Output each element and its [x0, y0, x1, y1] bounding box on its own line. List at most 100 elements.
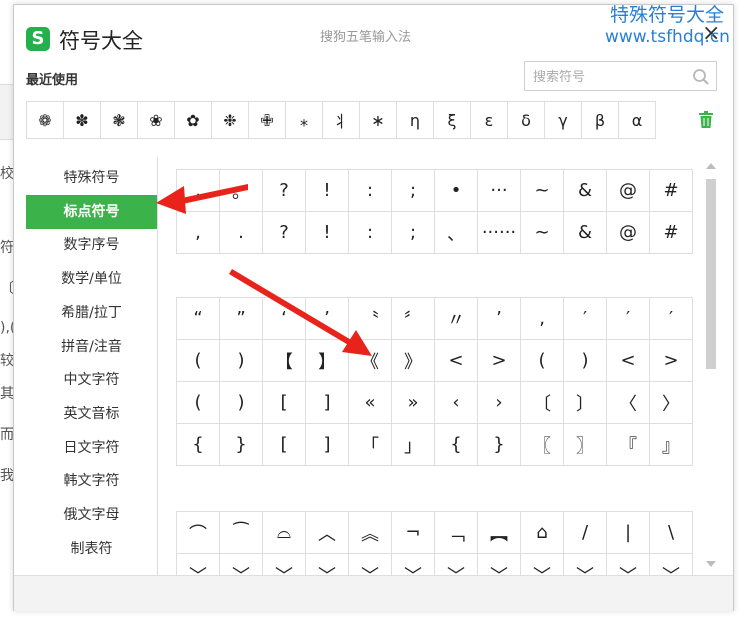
symbol-cell[interactable]: 〖: [521, 424, 564, 466]
symbol-cell[interactable]: <: [607, 340, 650, 382]
symbol-cell[interactable]: @: [607, 170, 650, 212]
category-item[interactable]: 日文字符: [26, 431, 157, 465]
symbol-cell[interactable]: ~: [521, 170, 564, 212]
symbol-cell[interactable]: 』: [650, 424, 693, 466]
symbol-cell[interactable]: 《: [349, 340, 392, 382]
trash-icon[interactable]: [698, 111, 714, 129]
symbol-cell[interactable]: &: [564, 170, 607, 212]
recent-symbol[interactable]: ✽: [63, 101, 101, 139]
symbol-cell[interactable]: @: [607, 212, 650, 254]
category-item[interactable]: 中文字符: [26, 363, 157, 397]
symbol-cell[interactable]: 〗: [564, 424, 607, 466]
recent-symbol[interactable]: ✿: [174, 101, 212, 139]
symbol-cell[interactable]: ;: [392, 212, 435, 254]
category-item[interactable]: 韩文字符: [26, 464, 157, 498]
symbol-cell[interactable]: ···: [478, 170, 521, 212]
symbol-cell[interactable]: 〞: [392, 298, 435, 340]
symbol-cell[interactable]: ?: [263, 212, 306, 254]
symbol-cell[interactable]: ]: [306, 424, 349, 466]
category-item[interactable]: 数学/单位: [26, 262, 157, 296]
recent-symbol[interactable]: ε: [470, 101, 508, 139]
scroll-up-icon[interactable]: [706, 163, 716, 169]
symbol-cell[interactable]: 「: [349, 424, 392, 466]
recent-symbol[interactable]: ⺦: [322, 101, 360, 139]
symbol-cell[interactable]: (: [177, 382, 220, 424]
symbol-cell[interactable]: ⌂: [521, 512, 564, 554]
symbol-cell[interactable]: !: [306, 212, 349, 254]
symbol-cell[interactable]: 〝: [349, 298, 392, 340]
symbol-cell[interactable]: 【: [263, 340, 306, 382]
category-item[interactable]: 俄文字母: [26, 498, 157, 532]
recent-symbol[interactable]: α: [618, 101, 656, 139]
symbol-cell[interactable]: <: [435, 340, 478, 382]
symbol-cell[interactable]: >: [478, 340, 521, 382]
symbol-cell[interactable]: :: [349, 170, 392, 212]
symbol-cell[interactable]: ]: [306, 382, 349, 424]
symbol-cell[interactable]: !: [306, 170, 349, 212]
symbol-cell[interactable]: ′: [607, 298, 650, 340]
symbol-cell[interactable]: 〔: [521, 382, 564, 424]
category-item[interactable]: 拼音/注音: [26, 330, 157, 364]
symbol-cell[interactable]: {: [435, 424, 478, 466]
symbol-cell[interactable]: ﹀: [177, 554, 220, 575]
symbol-cell[interactable]: ﹀: [564, 554, 607, 575]
symbol-cell[interactable]: 『: [607, 424, 650, 466]
symbol-cell[interactable]: 】: [306, 340, 349, 382]
symbol-cell[interactable]: ﹀: [521, 554, 564, 575]
symbol-cell[interactable]: ?: [263, 170, 306, 212]
symbol-cell[interactable]: #: [650, 170, 693, 212]
symbol-cell[interactable]: 〃: [435, 298, 478, 340]
symbol-cell[interactable]: 〈: [607, 382, 650, 424]
symbol-cell[interactable]: 〉: [650, 382, 693, 424]
category-item[interactable]: 数字序号: [26, 228, 157, 262]
symbol-cell[interactable]: 」: [392, 424, 435, 466]
recent-symbol[interactable]: ⁎: [285, 101, 323, 139]
symbol-cell[interactable]: ︿: [306, 512, 349, 554]
recent-symbol[interactable]: β: [581, 101, 619, 139]
scrollbar[interactable]: [704, 159, 718, 571]
symbol-cell[interactable]: ”: [220, 298, 263, 340]
symbol-cell[interactable]: ⌓: [263, 512, 306, 554]
symbol-cell[interactable]: 。: [220, 170, 263, 212]
symbol-cell[interactable]: ﹀: [435, 554, 478, 575]
symbol-cell[interactable]: ﹀: [607, 554, 650, 575]
symbol-cell[interactable]: ······: [478, 212, 521, 254]
symbol-cell[interactable]: >: [650, 340, 693, 382]
symbol-cell[interactable]: ’: [306, 298, 349, 340]
symbol-cell[interactable]: 〕: [564, 382, 607, 424]
category-item[interactable]: 希腊/拉丁: [26, 296, 157, 330]
symbol-cell[interactable]: ︻: [478, 512, 521, 554]
recent-symbol[interactable]: ξ: [433, 101, 471, 139]
symbol-cell[interactable]: \: [650, 512, 693, 554]
symbol-cell[interactable]: ): [220, 340, 263, 382]
scroll-down-icon[interactable]: [706, 561, 716, 567]
symbol-cell[interactable]: ‘: [263, 298, 306, 340]
recent-symbol[interactable]: ❀: [137, 101, 175, 139]
category-item[interactable]: 英文音标: [26, 397, 157, 431]
symbol-cell[interactable]: :: [349, 212, 392, 254]
symbol-cell[interactable]: |: [607, 512, 650, 554]
symbol-cell[interactable]: ;: [392, 170, 435, 212]
category-item[interactable]: 特殊符号: [26, 161, 157, 195]
symbol-cell[interactable]: ﹀: [478, 554, 521, 575]
symbol-cell[interactable]: (: [521, 340, 564, 382]
symbol-cell[interactable]: ,: [177, 212, 220, 254]
symbol-cell[interactable]: “: [177, 298, 220, 340]
search-input[interactable]: [531, 63, 685, 91]
symbol-cell[interactable]: ﹀: [650, 554, 693, 575]
symbol-cell[interactable]: 、: [435, 212, 478, 254]
recent-symbol[interactable]: ✙: [248, 101, 286, 139]
symbol-cell[interactable]: #: [650, 212, 693, 254]
symbol-cell[interactable]: ﹁: [435, 512, 478, 554]
recent-symbol[interactable]: δ: [507, 101, 545, 139]
recent-symbol[interactable]: ∗: [359, 101, 397, 139]
symbol-cell[interactable]: }: [478, 424, 521, 466]
symbol-cell[interactable]: •: [435, 170, 478, 212]
symbol-cell[interactable]: ′: [650, 298, 693, 340]
symbol-cell[interactable]: .: [220, 212, 263, 254]
recent-symbol[interactable]: ❁: [26, 101, 64, 139]
symbol-cell[interactable]: {: [177, 424, 220, 466]
category-item[interactable]: 制表符: [26, 532, 157, 566]
symbol-cell[interactable]: ): [220, 382, 263, 424]
symbol-cell[interactable]: ﹀: [263, 554, 306, 575]
